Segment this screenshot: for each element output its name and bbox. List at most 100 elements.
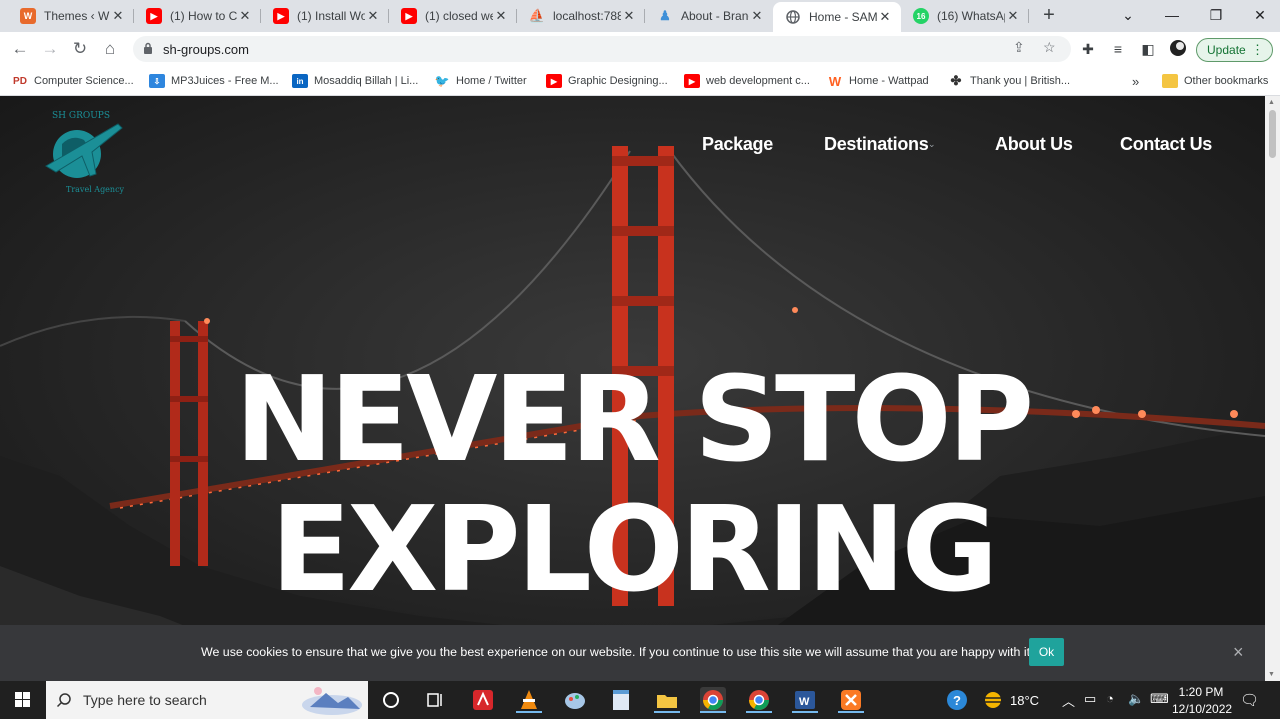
nav-contact-us[interactable]: Contact Us bbox=[1120, 134, 1212, 155]
bookmark-star-icon[interactable]: ☆ bbox=[1043, 39, 1056, 56]
browser-tab[interactable]: ♟ About - Branc ✕ bbox=[645, 0, 773, 32]
bookmark-item[interactable]: ▶ Graphic Designing... bbox=[546, 72, 668, 90]
minimize-icon[interactable]: — bbox=[1150, 0, 1194, 30]
windows-start-icon[interactable] bbox=[0, 681, 46, 719]
tab-title: localhost:788 bbox=[553, 9, 621, 23]
bookmark-label: Graphic Designing... bbox=[568, 75, 668, 87]
extensions-icon[interactable]: ✚ bbox=[1078, 39, 1098, 59]
bookmark-item[interactable]: ⇩ MP3Juices - Free M... bbox=[149, 72, 279, 90]
battery-icon[interactable]: ▭ bbox=[1084, 691, 1096, 707]
nav-package[interactable]: Package bbox=[702, 134, 773, 155]
clock-time[interactable]: 1:20 PM bbox=[1172, 685, 1230, 699]
bookmark-label: Home - Wattpad bbox=[849, 75, 929, 87]
bookmark-item[interactable]: in Mosaddiq Billah | Li... bbox=[292, 72, 418, 90]
reading-list-icon[interactable]: ≡ bbox=[1108, 39, 1128, 59]
more-menu-icon[interactable]: ⋮ bbox=[1251, 42, 1264, 58]
acrobat-icon[interactable] bbox=[470, 687, 496, 713]
browser-tab[interactable]: ⛵ localhost:788 ✕ bbox=[517, 0, 645, 32]
tab-title: Home - SAM bbox=[809, 10, 877, 24]
side-panel-icon[interactable]: ◧ bbox=[1138, 39, 1158, 59]
help-icon[interactable]: ? bbox=[944, 687, 970, 713]
close-tab-icon[interactable]: ✕ bbox=[877, 9, 893, 25]
scrollbar-thumb[interactable] bbox=[1269, 110, 1276, 158]
logo-text-top: SH GROUPS bbox=[52, 111, 110, 121]
scroll-up-icon[interactable]: ▲ bbox=[1268, 99, 1275, 106]
browser-tab[interactable]: W Themes ‹ Wir ✕ bbox=[8, 0, 134, 32]
bookmark-item[interactable]: W Home - Wattpad bbox=[827, 72, 929, 90]
cookie-banner: We use cookies to ensure that we give yo… bbox=[0, 625, 1265, 681]
download-icon: ⇩ bbox=[149, 74, 165, 88]
url-text[interactable]: sh-groups.com bbox=[163, 42, 249, 57]
xampp-icon[interactable] bbox=[838, 687, 864, 713]
cookie-ok-button[interactable]: Ok bbox=[1029, 638, 1064, 666]
cookie-message: We use cookies to ensure that we give yo… bbox=[201, 645, 1034, 659]
cookie-close-icon[interactable]: × bbox=[1233, 642, 1244, 663]
show-hidden-icons[interactable]: ︿ bbox=[1062, 691, 1075, 710]
chevron-down-icon[interactable]: ⌄ bbox=[928, 139, 936, 150]
tab-title: (1) How to Cr bbox=[170, 9, 237, 23]
search-highlight-illustration bbox=[302, 687, 362, 715]
page-scrollbar[interactable]: ▲ ▼ bbox=[1265, 96, 1280, 681]
close-tab-icon[interactable]: ✕ bbox=[493, 8, 509, 24]
browser-tab[interactable]: ▶ (1) closed we ✕ bbox=[389, 0, 517, 32]
input-method-icon[interactable]: ⌨ bbox=[1150, 691, 1169, 707]
bookmark-label: Mosaddiq Billah | Li... bbox=[314, 75, 419, 87]
phpmyadmin-icon: ⛵ bbox=[528, 8, 546, 23]
forward-icon[interactable]: → bbox=[38, 37, 62, 61]
notifications-icon[interactable]: 🗨 bbox=[1240, 691, 1259, 709]
clover-icon: ✤ bbox=[950, 73, 962, 88]
back-icon[interactable]: ← bbox=[8, 37, 32, 61]
bookmark-item[interactable]: PD Computer Science... bbox=[12, 72, 134, 90]
home-icon[interactable]: ⌂ bbox=[98, 37, 122, 61]
scroll-down-icon[interactable]: ▼ bbox=[1268, 671, 1275, 678]
wordpress-icon: W bbox=[20, 8, 36, 24]
share-icon[interactable]: ⇪ bbox=[1013, 39, 1025, 56]
other-bookmarks[interactable]: Other bookmarks bbox=[1162, 72, 1268, 90]
bookmark-label: web development c... bbox=[706, 75, 810, 87]
nav-destinations[interactable]: Destinations bbox=[824, 134, 929, 155]
profile-avatar-icon[interactable] bbox=[1168, 39, 1188, 59]
notepad-icon[interactable] bbox=[608, 687, 634, 713]
close-tab-icon[interactable]: ✕ bbox=[237, 8, 253, 24]
taskbar-search-box[interactable]: Type here to search bbox=[46, 681, 368, 719]
paint-icon[interactable] bbox=[562, 687, 588, 713]
word-icon[interactable]: W bbox=[792, 687, 818, 713]
weather-temperature[interactable]: 18°C bbox=[1010, 693, 1039, 708]
close-tab-icon[interactable]: ✕ bbox=[1005, 8, 1021, 24]
update-button[interactable]: Update ⋮ bbox=[1196, 38, 1273, 62]
close-tab-icon[interactable]: ✕ bbox=[110, 8, 126, 24]
weather-icon[interactable] bbox=[980, 687, 1006, 713]
browser-tab-active[interactable]: Home - SAM ✕ bbox=[773, 2, 901, 32]
clock-date[interactable]: 12/10/2022 bbox=[1172, 702, 1232, 716]
tab-search-icon[interactable]: ⌄ bbox=[1106, 0, 1150, 30]
cortana-icon[interactable] bbox=[378, 687, 404, 713]
nav-about-us[interactable]: About Us bbox=[995, 134, 1073, 155]
close-tab-icon[interactable]: ✕ bbox=[621, 8, 637, 24]
close-tab-icon[interactable]: ✕ bbox=[749, 8, 765, 24]
maximize-icon[interactable]: ❐ bbox=[1194, 0, 1238, 30]
youtube-icon: ▶ bbox=[146, 8, 162, 24]
vlc-icon[interactable] bbox=[516, 687, 542, 713]
browser-tab[interactable]: ▶ (1) Install Wo ✕ bbox=[261, 0, 389, 32]
bookmark-item[interactable]: 🐦 Home / Twitter bbox=[434, 72, 527, 90]
sh-groups-logo[interactable]: SH GROUPS Travel Agency bbox=[32, 104, 126, 198]
bookmark-item[interactable]: ▶ web development c... bbox=[684, 72, 810, 90]
wifi-icon[interactable]: ◔ bbox=[1106, 691, 1114, 706]
address-bar[interactable]: sh-groups.com ⇪ ☆ bbox=[133, 36, 1071, 62]
browser-tab[interactable]: 16 (16) WhatsAp ✕ bbox=[901, 0, 1029, 32]
new-tab-button[interactable]: + bbox=[1038, 4, 1060, 26]
chrome-active-icon[interactable] bbox=[700, 687, 726, 713]
reload-icon[interactable]: ↻ bbox=[68, 37, 92, 61]
bookmark-item[interactable]: ✤ Thank you | British... bbox=[948, 72, 1071, 90]
close-window-icon[interactable]: ✕ bbox=[1238, 0, 1280, 30]
tab-title: Themes ‹ Wir bbox=[44, 9, 110, 23]
more-bookmarks-button[interactable]: » bbox=[1132, 72, 1139, 90]
lock-icon[interactable] bbox=[143, 42, 153, 55]
bookmark-label: Home / Twitter bbox=[456, 75, 527, 87]
chrome-icon[interactable] bbox=[746, 687, 772, 713]
close-tab-icon[interactable]: ✕ bbox=[365, 8, 381, 24]
task-view-icon[interactable] bbox=[422, 687, 448, 713]
browser-tab[interactable]: ▶ (1) How to Cr ✕ bbox=[134, 0, 261, 32]
file-explorer-icon[interactable] bbox=[654, 687, 680, 713]
volume-icon[interactable]: 🔈 bbox=[1128, 691, 1144, 707]
